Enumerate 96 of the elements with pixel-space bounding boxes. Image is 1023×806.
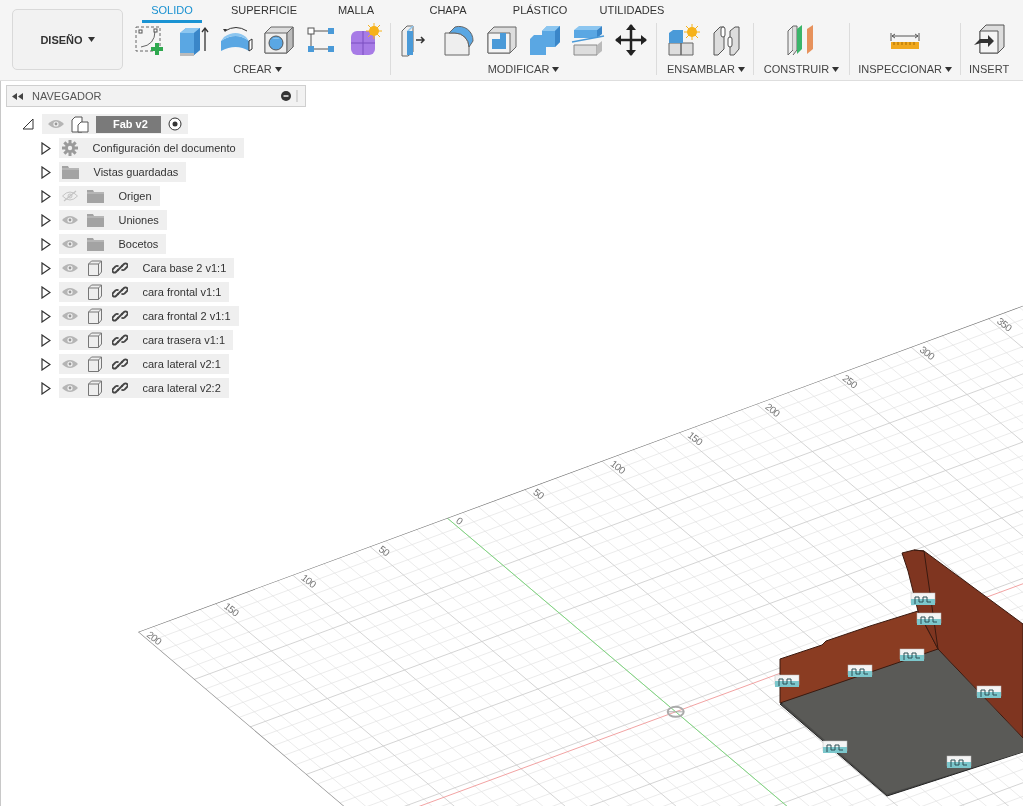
axis-label: 200 [763, 400, 782, 419]
insert-box-icon[interactable] [972, 23, 1007, 57]
folder-icon [87, 237, 104, 251]
caret-icon [274, 66, 282, 72]
radio-target-icon[interactable] [167, 117, 182, 131]
tree-item[interactable]: Fab v2 [42, 114, 188, 134]
axis-label: 100 [608, 457, 628, 476]
folder-icon [62, 165, 79, 179]
expander-icon[interactable] [41, 309, 51, 323]
caret-icon [945, 66, 952, 72]
axis-label: 100 [299, 571, 319, 590]
tree-item[interactable]: cara lateral v2:1 [59, 354, 229, 374]
workspace-button[interactable]: DISEÑO [12, 9, 123, 70]
tree-item[interactable]: Bocetos [59, 234, 167, 254]
body-box-icon [87, 284, 103, 300]
origin-marker-icon [666, 705, 685, 718]
group-menu-button[interactable]: MODIFICAR [487, 63, 560, 75]
axis-label: 250 [840, 372, 860, 391]
axis-label: 50 [531, 486, 546, 502]
ribbon-tab[interactable]: MALLA [310, 0, 402, 23]
stacked-boxes-icon[interactable] [528, 23, 562, 57]
rounded-corner-icon[interactable] [442, 23, 476, 57]
expander-icon[interactable] [41, 285, 51, 299]
tree-item[interactable]: Uniones [59, 210, 167, 230]
link-icon [112, 332, 128, 348]
ribbon-tab[interactable]: UTILIDADES [586, 0, 678, 23]
shell-box-icon[interactable] [485, 23, 519, 57]
tree-item[interactable]: Configuración del documento [59, 138, 244, 158]
group-menu-button[interactable]: ENSAMBLAR [667, 63, 745, 75]
axis-label: 150 [685, 429, 705, 448]
group-menu-button[interactable]: CONSTRUIR [763, 63, 840, 75]
ribbon-tab[interactable]: SUPERFICIE [218, 0, 310, 23]
expander-icon[interactable] [41, 165, 51, 179]
body-box-icon [87, 308, 103, 324]
tree-item[interactable]: cara frontal 2 v1:1 [59, 306, 239, 326]
caret-icon [87, 37, 95, 42]
ribbon-tab[interactable]: PLÁSTICO [494, 0, 586, 23]
caret-icon [832, 66, 840, 72]
expander-icon[interactable] [41, 381, 51, 395]
tree-item[interactable]: cara frontal v1:1 [59, 282, 230, 302]
axis-label: 0 [453, 514, 465, 527]
caret-icon [552, 66, 560, 72]
expander-icon[interactable] [41, 261, 51, 275]
caret-icon [737, 66, 745, 72]
tree-item[interactable]: Origen [59, 186, 160, 206]
tree-item[interactable]: cara trasera v1:1 [59, 330, 234, 350]
body-box-icon [87, 332, 103, 348]
box-hole-icon[interactable] [262, 23, 296, 57]
axis-label: 300 [917, 343, 937, 362]
link-icon [112, 380, 128, 396]
body-box-icon [87, 380, 103, 396]
axis-label: 200 [144, 628, 164, 647]
collapse-icon[interactable] [12, 92, 23, 100]
eye-icon[interactable] [62, 239, 78, 249]
eye-icon[interactable] [62, 287, 78, 297]
sparkle-box-icon[interactable] [667, 23, 702, 57]
expander-icon[interactable] [22, 118, 34, 130]
tree-item[interactable]: Cara base 2 v1:1 [59, 258, 235, 278]
minus-circle-icon[interactable] [281, 91, 291, 101]
group-menu-button[interactable]: CREAR [233, 63, 282, 75]
expander-icon[interactable] [41, 357, 51, 371]
eye-icon[interactable] [62, 263, 78, 273]
axis-label: 350 [995, 315, 1014, 334]
body-box-icon [87, 356, 103, 372]
expander-icon[interactable] [41, 141, 51, 155]
move-arrows-icon[interactable] [614, 23, 648, 57]
link-icon [112, 284, 128, 300]
expander-icon[interactable] [41, 213, 51, 227]
link-icon [112, 356, 128, 372]
eye-icon[interactable] [62, 335, 78, 345]
eye-icon[interactable] [62, 311, 78, 321]
link-icon [112, 260, 128, 276]
panel-title: NAVEGADOR [32, 90, 103, 102]
gear-icon [62, 140, 78, 156]
folder-icon [87, 189, 104, 203]
body-box-icon [87, 260, 103, 276]
expander-icon[interactable] [41, 333, 51, 347]
expander-icon[interactable] [41, 189, 51, 203]
eye-icon[interactable] [62, 215, 78, 225]
eye-icon[interactable] [62, 383, 78, 393]
tree-item[interactable]: cara lateral v2:2 [59, 378, 229, 398]
group-menu-button[interactable]: INSERT [969, 63, 1010, 75]
link-icon [112, 308, 128, 324]
sparkle-cube-icon[interactable] [348, 23, 382, 57]
expander-icon[interactable] [41, 237, 51, 251]
active-component-label: Fab v2 [96, 115, 161, 133]
tree-item[interactable]: Vistas guardadas [59, 162, 187, 182]
group-menu-button[interactable]: INSPECCIONAR [858, 63, 952, 75]
component-icon [71, 115, 89, 133]
folder-icon [87, 213, 104, 227]
eye-icon[interactable] [48, 119, 64, 129]
ribbon-tab[interactable]: CHAPA [402, 0, 494, 23]
axis-label: 50 [376, 543, 392, 559]
eye-icon[interactable] [62, 359, 78, 369]
split-slab-icon[interactable] [571, 23, 605, 57]
axis-label: 150 [222, 600, 241, 619]
